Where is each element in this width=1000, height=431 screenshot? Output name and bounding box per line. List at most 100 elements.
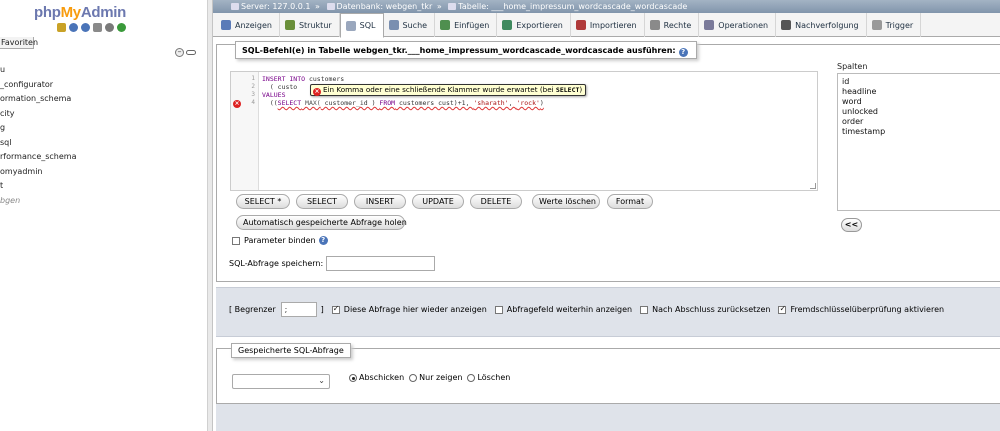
code-line-2: ( custo bbox=[262, 83, 298, 91]
column-item[interactable]: word bbox=[842, 97, 996, 107]
database-icon bbox=[326, 3, 335, 10]
line-number: 2 bbox=[251, 83, 255, 90]
database-item[interactable]: ormation_schema bbox=[0, 92, 77, 107]
get-autosaved-query-button[interactable]: Automatisch gespeicherte Abfrage holen bbox=[236, 215, 407, 230]
editor-gutter: 1 2 3 4 × bbox=[231, 72, 259, 190]
breadcrumb-database[interactable]: Datenbank: webgen_tkr bbox=[337, 2, 433, 11]
trigger-icon bbox=[871, 20, 882, 30]
line-number: 1 bbox=[251, 75, 255, 82]
favorites-tab[interactable]: Favoriten bbox=[0, 37, 38, 49]
server-icon bbox=[231, 3, 239, 10]
tab-nachverfolgung[interactable]: Nachverfolgung bbox=[776, 13, 867, 37]
rollback-checkbox[interactable] bbox=[640, 305, 649, 314]
update-button[interactable]: UPDATE bbox=[412, 194, 464, 209]
column-item[interactable]: timestamp bbox=[842, 127, 996, 137]
navigation-panel: phpMyAdmin Favoriten – u _configurator o… bbox=[0, 0, 207, 431]
database-item[interactable]: _configurator bbox=[0, 78, 77, 93]
tab-rechte[interactable]: Rechte bbox=[645, 13, 700, 37]
show-again-option[interactable]: Diese Abfrage hier wieder anzeigen bbox=[331, 304, 487, 314]
chevron-down-icon: ⌄ bbox=[318, 376, 325, 385]
help-icon[interactable]: ? bbox=[678, 48, 688, 57]
breadcrumb-separator: » bbox=[315, 2, 320, 11]
keep-box-checkbox[interactable] bbox=[494, 305, 503, 314]
delete-button[interactable]: DELETE bbox=[470, 194, 522, 209]
code-line-1: INSERT INTO customers bbox=[262, 75, 345, 83]
insert-button[interactable]: INSERT bbox=[354, 194, 406, 209]
tracking-icon bbox=[781, 20, 792, 30]
delimiter-label: [ Begrenzer bbox=[229, 305, 276, 314]
main-content: Server: 127.0.0.1 » Datenbank: webgen_tk… bbox=[213, 0, 1000, 431]
fk-check-checkbox[interactable] bbox=[778, 304, 787, 314]
docs-icon[interactable] bbox=[93, 23, 102, 32]
settings-icon[interactable] bbox=[105, 23, 114, 32]
submit-radio[interactable] bbox=[349, 373, 357, 382]
tab-exportieren[interactable]: Exportieren bbox=[497, 13, 571, 37]
breadcrumb: Server: 127.0.0.1 » Datenbank: webgen_tk… bbox=[213, 0, 1000, 13]
logout-icon[interactable] bbox=[69, 23, 78, 32]
tab-struktur[interactable]: Struktur bbox=[280, 13, 340, 37]
save-query-label: SQL-Abfrage speichern: bbox=[229, 259, 324, 268]
breadcrumb-table[interactable]: Tabelle: ___home_impressum_wordcascade_w… bbox=[458, 2, 687, 11]
database-item[interactable]: rformance_schema bbox=[0, 150, 77, 165]
format-button[interactable]: Format bbox=[607, 194, 653, 209]
bind-parameters-checkbox[interactable] bbox=[232, 236, 240, 245]
column-item[interactable]: headline bbox=[842, 87, 996, 97]
code-line-4: ((SELECT MAX( customer_id ) FROM custome… bbox=[262, 99, 544, 107]
tab-bar: Anzeigen Struktur SQL Suche Einfügen Exportie… bbox=[213, 13, 1000, 38]
view-only-radio[interactable] bbox=[409, 373, 418, 382]
line-number: 4 bbox=[251, 99, 255, 106]
tab-anzeigen[interactable]: Anzeigen bbox=[216, 13, 280, 37]
database-item[interactable]: omyadmin bbox=[0, 165, 77, 180]
operations-icon bbox=[704, 20, 715, 30]
saved-query-select[interactable]: ⌄ bbox=[232, 374, 330, 389]
insert-column-button[interactable]: << bbox=[841, 218, 862, 232]
show-again-checkbox[interactable] bbox=[331, 304, 340, 314]
structure-icon bbox=[284, 20, 295, 30]
bind-parameters-row: Parameter binden ? bbox=[232, 236, 328, 245]
link-with-main-icon[interactable] bbox=[186, 50, 196, 55]
delete-radio[interactable] bbox=[467, 373, 476, 382]
collapse-all-icon[interactable]: – bbox=[175, 48, 184, 57]
delimiter-input[interactable]: ; bbox=[280, 302, 317, 317]
database-item[interactable]: sql bbox=[0, 136, 77, 151]
save-query-input[interactable] bbox=[326, 256, 436, 271]
database-item[interactable]: t bbox=[0, 179, 77, 194]
table-icon bbox=[448, 3, 457, 10]
database-item[interactable]: bgen bbox=[0, 194, 77, 209]
help-icon[interactable]: ? bbox=[318, 236, 328, 245]
tab-einf-gen[interactable]: Einfügen bbox=[435, 13, 498, 37]
select-button[interactable]: SELECT bbox=[296, 194, 348, 209]
columns-list[interactable]: id headline word unlocked order timestam… bbox=[837, 73, 1000, 211]
code-line-3: VALUES bbox=[262, 91, 286, 99]
columns-label: Spalten bbox=[837, 62, 868, 71]
error-marker-icon[interactable]: × bbox=[233, 100, 241, 108]
database-item[interactable]: u bbox=[0, 63, 77, 78]
export-icon bbox=[502, 20, 513, 30]
delimiter-bracket: ] bbox=[320, 305, 324, 314]
database-item[interactable]: city bbox=[0, 107, 77, 122]
tab-operationen[interactable]: Operationen bbox=[699, 13, 777, 37]
home-icon[interactable] bbox=[57, 23, 66, 32]
phpmyadmin-logo[interactable]: phpMyAdmin bbox=[34, 4, 126, 21]
tab-importieren[interactable]: Importieren bbox=[571, 13, 645, 37]
select-all-button[interactable]: SELECT * bbox=[236, 194, 290, 209]
column-item[interactable]: order bbox=[842, 117, 996, 127]
tab-trigger[interactable]: Trigger bbox=[867, 13, 922, 37]
clear-values-button[interactable]: Werte löschen bbox=[532, 194, 600, 209]
tab-sql[interactable]: SQL bbox=[339, 13, 384, 38]
reload-icon[interactable] bbox=[117, 23, 126, 32]
import-icon bbox=[575, 20, 586, 30]
saved-query-fieldset: Gespeicherte SQL-Abfrage ⌄ Abschicken Nu… bbox=[216, 343, 1000, 404]
column-item[interactable]: unlocked bbox=[842, 107, 996, 117]
help-icon[interactable] bbox=[81, 23, 90, 32]
column-item[interactable]: id bbox=[842, 77, 996, 87]
fk-check-option[interactable]: Fremdschlüsselüberprüfung aktivieren bbox=[778, 304, 944, 314]
tab-suche[interactable]: Suche bbox=[384, 13, 436, 37]
sql-editor[interactable]: 1 2 3 4 × INSERT INTO customers ( custo … bbox=[230, 71, 818, 191]
breadcrumb-server[interactable]: Server: 127.0.0.1 bbox=[241, 2, 311, 11]
keep-box-option[interactable]: Abfragefeld weiterhin anzeigen bbox=[494, 305, 632, 314]
resize-grip-icon[interactable] bbox=[810, 183, 816, 189]
database-item[interactable]: g bbox=[0, 121, 77, 136]
nav-icon-bar bbox=[57, 23, 126, 32]
rollback-option[interactable]: Nach Abschluss zurücksetzen bbox=[640, 305, 770, 314]
